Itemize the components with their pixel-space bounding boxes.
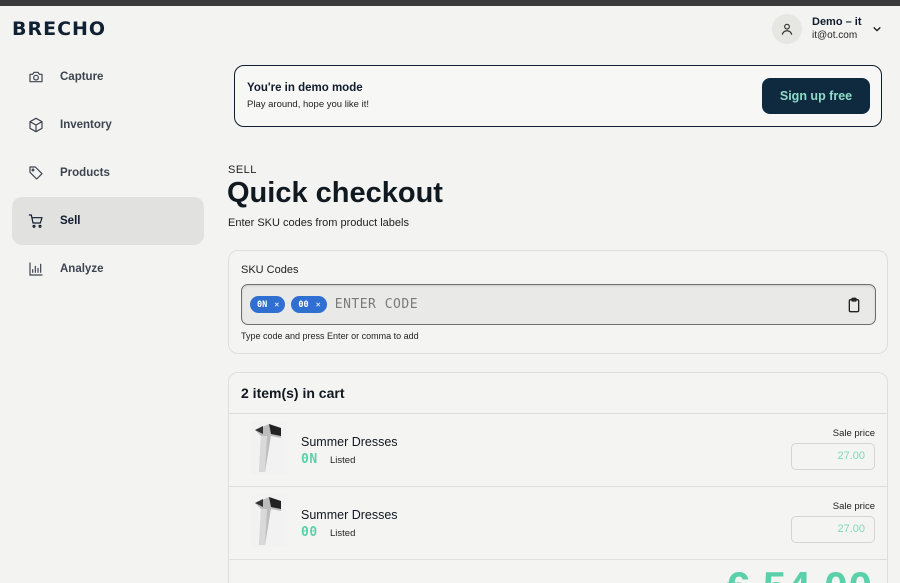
cart-heading: 2 item(s) in cart xyxy=(229,373,887,414)
sidebar-item-label: Products xyxy=(60,167,110,179)
tag-icon xyxy=(12,165,60,181)
demo-banner-title: You're in demo mode xyxy=(247,82,363,94)
user-email: it@ot.com xyxy=(812,30,858,41)
close-icon[interactable]: ✕ xyxy=(274,300,279,310)
sidebar: Capture Inventory Products Sell Analyze xyxy=(12,53,204,293)
bar-chart-icon xyxy=(12,261,60,277)
sale-price-label: Sale price xyxy=(832,501,875,512)
item-name: Summer Dresses xyxy=(301,435,398,449)
sale-price-label: Sale price xyxy=(832,428,875,439)
sku-input-box[interactable]: 0N ✕ 00 ✕ xyxy=(241,284,876,325)
cart-total: € 54.00 xyxy=(726,563,873,583)
camera-icon xyxy=(12,69,60,85)
window-top-bar xyxy=(0,0,900,6)
sku-input[interactable] xyxy=(334,297,815,312)
sidebar-item-capture[interactable]: Capture xyxy=(12,53,204,101)
sidebar-item-products[interactable]: Products xyxy=(12,149,204,197)
clipboard-icon[interactable] xyxy=(847,297,861,318)
sidebar-item-label: Capture xyxy=(60,71,104,83)
sidebar-item-label: Sell xyxy=(60,215,81,227)
sku-chip[interactable]: 0N ✕ xyxy=(250,296,286,313)
demo-banner-subtitle: Play around, hope you like it! xyxy=(247,99,369,110)
demo-banner: You're in demo mode Play around, hope yo… xyxy=(234,65,882,127)
sku-chip[interactable]: 00 ✕ xyxy=(291,296,327,313)
page-title: Quick checkout xyxy=(227,177,443,209)
box-icon xyxy=(12,117,60,133)
sidebar-item-inventory[interactable]: Inventory xyxy=(12,101,204,149)
sku-chip-label: 00 xyxy=(298,299,309,310)
item-status: Listed xyxy=(330,528,356,539)
item-code: 00 xyxy=(301,525,318,540)
sku-card: SKU Codes 0N ✕ 00 ✕ Type code and press … xyxy=(228,250,888,354)
cart-item: Summer Dresses 0N Listed Sale price 27.0… xyxy=(229,414,887,487)
item-code: 0N xyxy=(301,452,318,467)
user-menu[interactable]: Demo – it it@ot.com xyxy=(772,14,882,44)
sidebar-item-analyze[interactable]: Analyze xyxy=(12,245,204,293)
page-eyebrow: SELL xyxy=(228,164,257,176)
close-icon[interactable]: ✕ xyxy=(316,300,321,310)
cart-item: Summer Dresses 00 Listed Sale price 27.0… xyxy=(229,487,887,560)
sale-price-input[interactable]: 27.00 xyxy=(791,443,875,470)
chevron-down-icon[interactable] xyxy=(872,21,882,39)
sku-label: SKU Codes xyxy=(241,264,299,276)
sku-help-text: Type code and press Enter or comma to ad… xyxy=(241,331,419,341)
product-thumbnail xyxy=(251,495,287,547)
page-subtitle: Enter SKU codes from product labels xyxy=(228,217,409,229)
sign-up-button[interactable]: Sign up free xyxy=(762,78,870,114)
sale-price-input[interactable]: 27.00 xyxy=(791,516,875,543)
product-thumbnail xyxy=(251,422,287,474)
user-icon xyxy=(772,14,802,44)
item-name: Summer Dresses xyxy=(301,508,398,522)
sidebar-item-sell[interactable]: Sell xyxy=(12,197,204,245)
sku-chip-label: 0N xyxy=(257,299,268,310)
app-logo[interactable]: BRECHO xyxy=(12,18,106,40)
item-status: Listed xyxy=(330,455,356,466)
cart-card: 2 item(s) in cart Summer Dresses 0N List… xyxy=(228,372,888,583)
sidebar-item-label: Analyze xyxy=(60,263,104,275)
user-name: Demo – it xyxy=(812,16,862,28)
sidebar-item-label: Inventory xyxy=(60,119,112,131)
cart-icon xyxy=(12,213,60,229)
